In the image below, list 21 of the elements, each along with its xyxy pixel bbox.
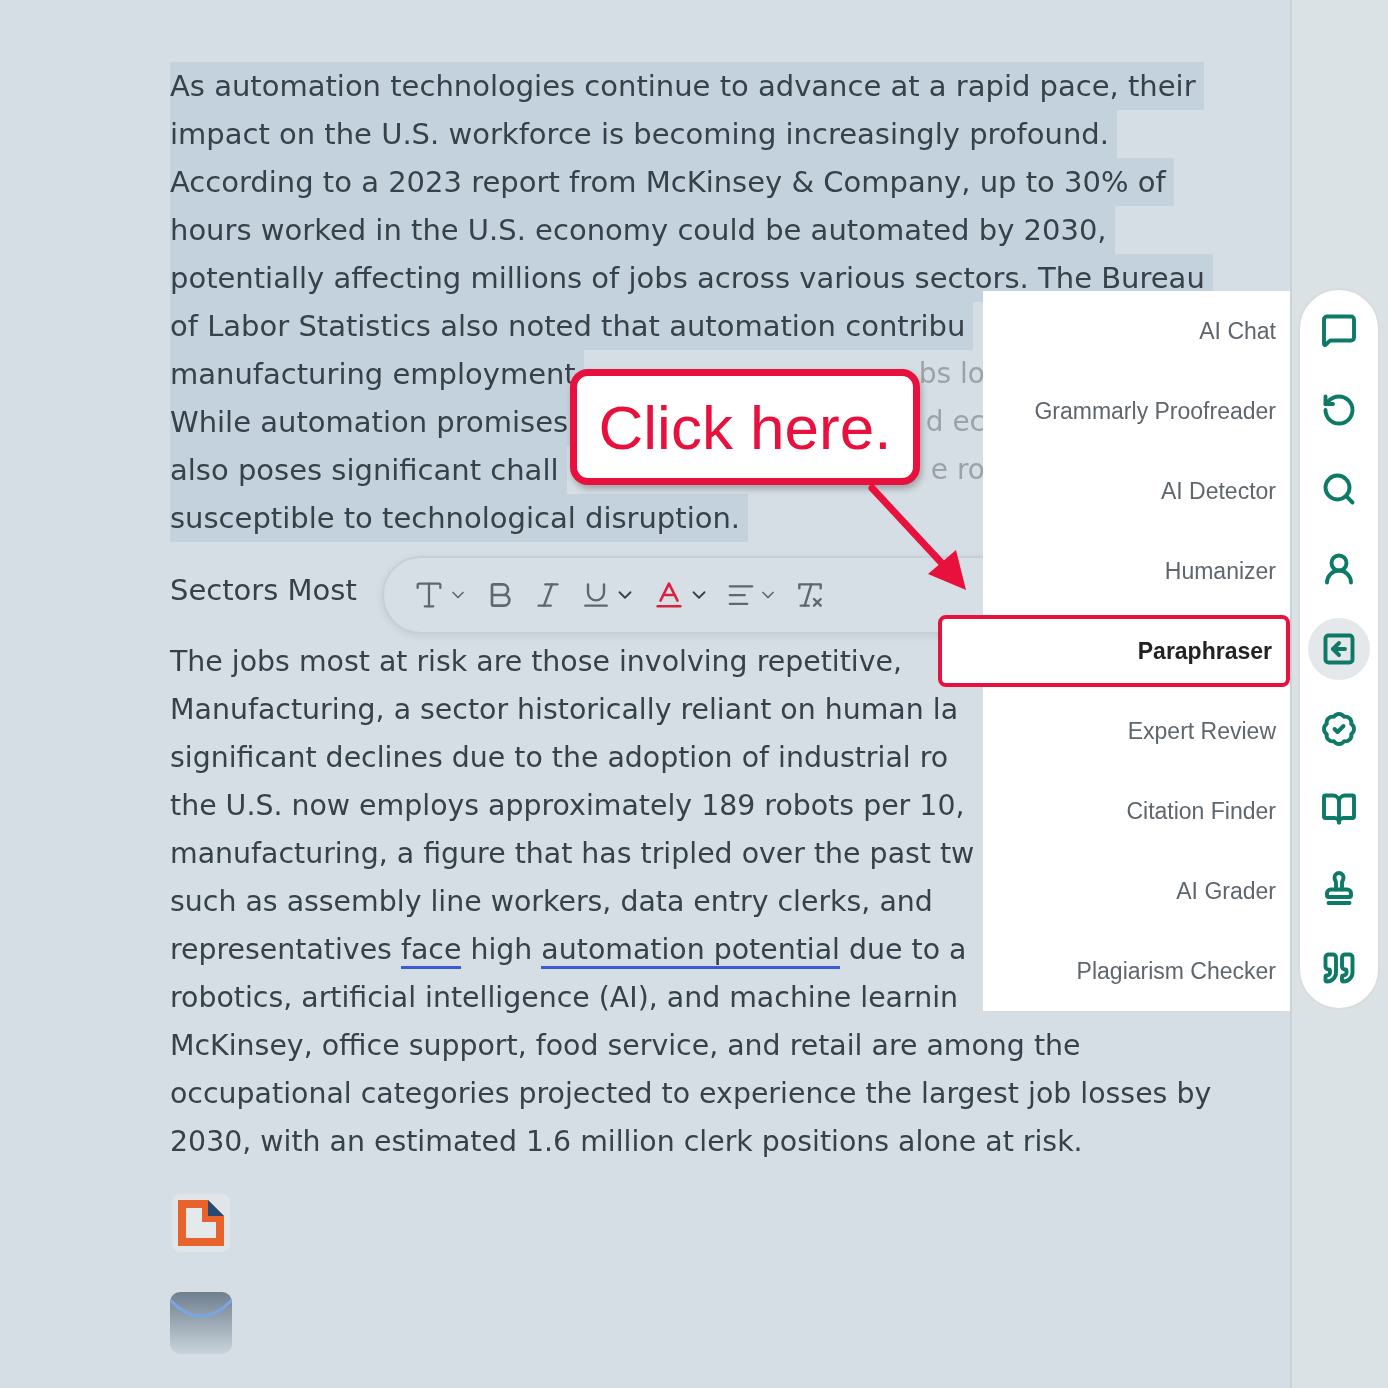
- document-icon[interactable]: [170, 1192, 232, 1254]
- menu-item[interactable]: Paraphraser: [938, 615, 1290, 687]
- envelope-icon[interactable]: [170, 1292, 232, 1354]
- paragraph-line: robotics, artificial intelligence (AI), and machine learnin: [170, 980, 959, 1016]
- paragraph-line: the U.S. now employs approximately 189 robots per 10,: [170, 788, 965, 824]
- text-fragment: bs lo: [918, 356, 985, 392]
- paragraph-line: McKinsey, office support, food service, and retail are among the: [170, 1028, 1081, 1064]
- text-fragment: d ec: [925, 404, 985, 440]
- arrow-square-icon: [1321, 631, 1357, 667]
- paragraph-line: representatives face high automation potential due to a: [170, 926, 967, 974]
- paragraph-line: occupational categories projected to experience the largest job losses by: [170, 1076, 1212, 1112]
- section-heading: Sectors Most: [170, 572, 357, 609]
- paragraph-line: The jobs most at risk are those involving repetitive,: [170, 644, 902, 680]
- paragraph-line: manufacturing, a figure that has tripled over the past tw: [170, 836, 975, 872]
- paragraph-line: 2030, with an estimated 1.6 million clerk positions alone at risk.: [170, 1124, 1083, 1160]
- search-icon: [1321, 471, 1357, 508]
- paragraph-line: significant declines due to the adoption of industrial ro: [170, 740, 949, 776]
- check-badge-icon: [1321, 710, 1357, 747]
- text-fragment: e ro: [930, 452, 985, 488]
- paragraph-line: Manufacturing, a sector historically reliant on human la: [170, 692, 959, 728]
- paragraph-line: such as assembly line workers, data entry clerks, and: [170, 884, 933, 920]
